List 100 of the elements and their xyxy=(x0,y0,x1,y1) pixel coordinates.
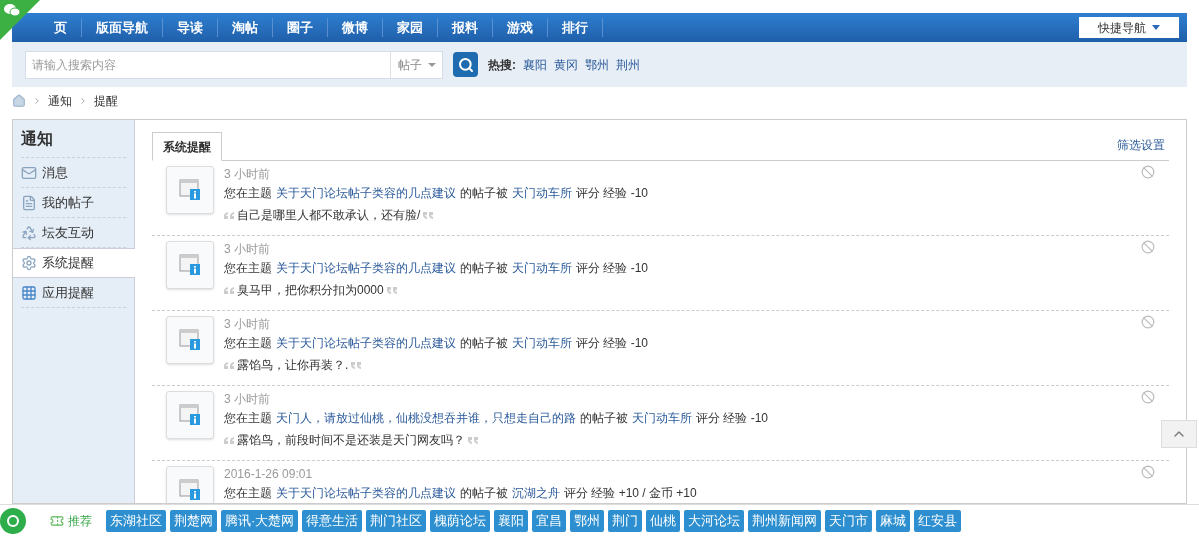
notice-quote: 臭马甲，把你积分扣为0000 xyxy=(237,282,384,299)
close-quote-icon xyxy=(468,436,478,444)
document-icon xyxy=(21,194,37,211)
notice-text: 的帖子被 xyxy=(460,260,508,277)
back-to-top-button[interactable] xyxy=(1161,420,1197,448)
notice-link[interactable]: 关于天门论坛帖子类容的几点建议 xyxy=(276,483,456,503)
notice-text: 的帖子被 xyxy=(460,335,508,352)
notice-time: 3 小时前 xyxy=(224,391,271,408)
site-tag-link[interactable]: 仙桃 xyxy=(646,509,681,532)
notice-time: 3 小时前 xyxy=(224,166,271,183)
chevron-icon xyxy=(32,96,42,106)
filter-settings-link[interactable]: 筛选设置 xyxy=(1117,136,1165,154)
ignore-icon[interactable] xyxy=(1141,165,1155,179)
nav-link[interactable]: 页 xyxy=(40,17,82,38)
notice-text: 您在主题 xyxy=(224,260,272,277)
breadcrumb-link[interactable]: 通知 xyxy=(48,92,72,110)
sidebar-item-label: 消息 xyxy=(42,163,68,182)
notice-text: 的帖子被 xyxy=(580,410,628,427)
close-quote-icon xyxy=(386,286,397,294)
notice-time: 3 小时前 xyxy=(224,316,271,333)
hot-search-link[interactable]: 鄂州 xyxy=(585,55,609,74)
ignore-icon[interactable] xyxy=(1141,390,1155,404)
notice-link[interactable]: 天门动车所 xyxy=(512,183,572,203)
ignore-icon[interactable] xyxy=(1141,240,1155,254)
recycle-icon xyxy=(21,224,37,241)
nav-link[interactable]: 圈子 xyxy=(273,17,328,38)
recommend-label: 推荐 xyxy=(68,512,92,530)
window-info-icon xyxy=(179,254,201,276)
search-field[interactable]: 请输入搜索内容 帖子 xyxy=(25,50,443,79)
notice-quote: 露馅鸟，让你再装？. xyxy=(237,357,349,374)
notice-link[interactable]: 天门动车所 xyxy=(632,408,692,428)
notice-quote: 露馅鸟，前段时间不是还装是天门网友吗？ xyxy=(237,432,465,449)
site-tag-link[interactable]: 宜昌 xyxy=(532,509,567,532)
sidebar-item[interactable]: 系统提醒 xyxy=(13,248,135,278)
ignore-icon[interactable] xyxy=(1141,315,1155,329)
notice-link[interactable]: 关于天门论坛帖子类容的几点建议 xyxy=(276,333,456,353)
open-quote-icon xyxy=(224,211,234,219)
site-tag-link[interactable]: 东湖社区 xyxy=(106,509,166,532)
notice-quote: 自己是哪里人都不敢承认，还有脸/ xyxy=(237,207,421,224)
search-icon xyxy=(457,56,474,73)
hot-search-link[interactable]: 黄冈 xyxy=(554,55,578,74)
sidebar-item-label: 坛友互动 xyxy=(42,223,94,242)
site-tag-link[interactable]: 大河论坛 xyxy=(684,509,745,532)
notice-text: 的帖子被 xyxy=(460,485,508,502)
scope-dropdown[interactable]: 帖子 xyxy=(390,51,442,78)
notice-text: 的帖子被 xyxy=(460,185,508,202)
site-tag-link[interactable]: 襄阳 xyxy=(494,509,529,532)
home-icon[interactable] xyxy=(12,94,26,108)
site-tag-link[interactable]: 荆州新闻网 xyxy=(748,509,822,532)
chevron-icon xyxy=(78,96,88,106)
site-tag-link[interactable]: 红安县 xyxy=(914,509,962,532)
site-tag-link[interactable]: 荆门社区 xyxy=(366,509,427,532)
site-tag-link[interactable]: 天门市 xyxy=(825,509,873,532)
notice-text: 您在主题 xyxy=(224,485,272,502)
sidebar-item[interactable]: 我的帖子 xyxy=(21,188,126,218)
notice-link[interactable]: 天门人，请放过仙桃，仙桃没想吞并谁，只想走自己的路 xyxy=(276,408,576,428)
ignore-icon[interactable] xyxy=(1141,465,1155,479)
site-tag-link[interactable]: 槐荫论坛 xyxy=(430,509,491,532)
window-info-icon xyxy=(179,404,201,426)
nav-link[interactable]: 淘帖 xyxy=(218,17,273,38)
nav-link[interactable]: 排行 xyxy=(548,17,603,38)
close-quote-icon xyxy=(423,211,434,219)
site-tag-link[interactable]: 麻城 xyxy=(876,509,911,532)
sidebar-item[interactable]: 消息 xyxy=(21,158,126,188)
open-quote-icon xyxy=(224,436,234,444)
notice-link[interactable]: 关于天门论坛帖子类容的几点建议 xyxy=(276,258,456,278)
nav-link[interactable]: 微博 xyxy=(328,17,383,38)
site-tag-link[interactable]: 荆门 xyxy=(608,509,643,532)
notice-text: 您在主题 xyxy=(224,410,272,427)
site-tag-link[interactable]: 荆楚网 xyxy=(170,509,217,532)
search-button[interactable] xyxy=(453,52,478,77)
sidebar-item[interactable]: 应用提醒 xyxy=(21,278,126,308)
ring-icon[interactable] xyxy=(0,507,26,534)
window-info-icon xyxy=(179,329,201,351)
site-tag-link[interactable]: 得意生活 xyxy=(302,509,363,532)
grid-icon xyxy=(21,284,37,301)
hot-search-link[interactable]: 荆州 xyxy=(616,55,640,74)
notice-link[interactable]: 天门动车所 xyxy=(512,333,572,353)
site-tag-link[interactable]: 鄂州 xyxy=(570,509,605,532)
tab[interactable]: 系统提醒 xyxy=(152,132,222,161)
nav-link[interactable]: 版面导航 xyxy=(82,17,163,38)
sidebar-title: 通知 xyxy=(21,120,126,158)
notice-time: 3 小时前 xyxy=(224,241,271,258)
nav-link[interactable]: 家园 xyxy=(383,17,438,38)
notice-link[interactable]: 关于天门论坛帖子类容的几点建议 xyxy=(276,183,456,203)
ticket-icon xyxy=(50,513,64,528)
notice-text: 评分 经验 -10 xyxy=(576,260,648,277)
notice-link[interactable]: 天门动车所 xyxy=(512,258,572,278)
quick-nav-button[interactable]: 快捷导航 xyxy=(1079,17,1179,38)
nav-link[interactable]: 导读 xyxy=(163,17,218,38)
nav-link[interactable]: 报料 xyxy=(438,17,493,38)
notice-link[interactable]: 沉湖之舟 xyxy=(512,483,560,503)
nav-link[interactable]: 游戏 xyxy=(493,17,548,38)
mail-icon xyxy=(21,164,37,181)
notice-text: 评分 经验 -10 xyxy=(576,335,648,352)
hot-search-link[interactable]: 襄阳 xyxy=(523,55,547,74)
gear-icon xyxy=(21,255,37,271)
site-tag-link[interactable]: 腾讯·大楚网 xyxy=(221,509,299,532)
open-quote-icon xyxy=(224,361,234,369)
breadcrumb-link[interactable]: 提醒 xyxy=(94,92,118,110)
